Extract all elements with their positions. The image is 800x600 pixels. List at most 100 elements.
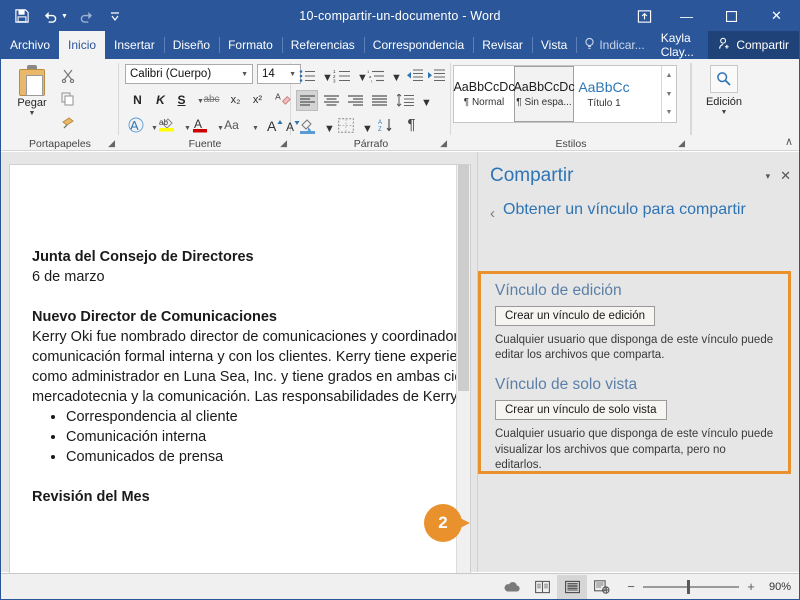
line-spacing-button[interactable] xyxy=(395,90,416,111)
minimize-button[interactable]: — xyxy=(664,1,709,31)
numbering-button[interactable]: 123 xyxy=(331,65,352,86)
superscript-button[interactable]: x² xyxy=(247,89,268,110)
save-icon[interactable] xyxy=(9,4,35,28)
doc-heading-1: Junta del Consejo de Directores xyxy=(32,249,254,265)
style-preview: AaBbCc xyxy=(578,79,630,95)
tab-insertar[interactable]: Insertar xyxy=(105,31,164,59)
tab-formato[interactable]: Formato xyxy=(219,31,282,59)
maximize-button[interactable] xyxy=(709,1,754,31)
share-pane-options-icon[interactable]: ▾ xyxy=(766,171,771,182)
ribbon-display-options-icon[interactable] xyxy=(624,1,664,31)
paragraph-dialog-launcher-icon[interactable]: ◢ xyxy=(440,138,447,149)
editing-button[interactable]: Edición ▼ xyxy=(701,65,747,127)
tab-archivo[interactable]: Archivo xyxy=(1,31,59,59)
change-case-button[interactable]: Aa xyxy=(221,114,242,135)
zoom-level-label[interactable]: 90% xyxy=(765,581,799,593)
doc-heading-3: Revisión del Mes xyxy=(32,489,150,505)
zoom-out-button[interactable]: − xyxy=(625,579,637,594)
format-painter-icon[interactable] xyxy=(57,111,79,132)
align-center-button[interactable] xyxy=(321,90,342,111)
undo-dropdown-icon[interactable]: ▼ xyxy=(61,13,72,20)
doc-paragraph-line: comunicación formal interna y con los cl… xyxy=(32,349,471,365)
doc-bullet-list: Correspondencia al cliente Comunicación … xyxy=(32,407,448,467)
account-name[interactable]: Kayla Clay... xyxy=(653,31,709,59)
bullets-button[interactable] xyxy=(297,65,318,86)
create-view-link-button[interactable]: Crear un vínculo de solo vista xyxy=(495,400,667,421)
redo-icon[interactable] xyxy=(74,4,100,28)
tell-me-search[interactable]: Indicar... xyxy=(576,31,652,59)
font-name-combo[interactable]: Calibri (Cuerpo) ▼ xyxy=(125,64,253,84)
paste-button[interactable]: Pegar ▼ xyxy=(9,63,55,129)
copy-icon[interactable] xyxy=(57,88,79,109)
svg-text:A: A xyxy=(378,120,382,126)
tab-correspondencia[interactable]: Correspondencia xyxy=(363,31,473,59)
multilevel-list-button[interactable]: 1ai xyxy=(365,65,386,86)
font-dialog-launcher-icon[interactable]: ◢ xyxy=(280,138,287,149)
doc-paragraph-line: como administrador en Luna Sea, Inc. y t… xyxy=(32,369,471,385)
share-pane-header: Compartir ▾ ✕ xyxy=(490,160,791,192)
underline-button[interactable]: S xyxy=(171,89,192,110)
styles-scroll-down-icon[interactable]: ▼ xyxy=(662,85,676,104)
styles-scroll-buttons: ▲ ▼ ▼ xyxy=(661,66,676,122)
decrease-indent-button[interactable] xyxy=(404,65,425,86)
change-case-dropdown-icon[interactable]: ▼ xyxy=(245,118,266,139)
style-item-normal[interactable]: AaBbCcDc ¶ Normal xyxy=(453,66,514,122)
document-page[interactable]: Junta del Consejo de Directores 6 de mar… xyxy=(9,164,471,584)
font-name-dropdown-icon[interactable]: ▼ xyxy=(241,71,248,78)
increase-indent-button[interactable] xyxy=(426,65,447,86)
onedrive-icon[interactable] xyxy=(497,575,527,599)
customize-qat-icon[interactable] xyxy=(102,4,128,28)
subscript-button[interactable]: x₂ xyxy=(225,89,246,110)
doc-heading-2: Nuevo Director de Comunicaciones xyxy=(32,309,277,325)
bold-button[interactable]: N xyxy=(127,89,148,110)
justify-button[interactable] xyxy=(369,90,390,111)
styles-dialog-launcher-icon[interactable]: ◢ xyxy=(678,138,685,149)
tab-revisar[interactable]: Revisar xyxy=(473,31,532,59)
zoom-in-button[interactable]: + xyxy=(745,579,757,594)
align-right-button[interactable] xyxy=(345,90,366,111)
align-left-button[interactable] xyxy=(296,90,318,111)
italic-button[interactable]: K xyxy=(150,89,171,110)
zoom-slider[interactable] xyxy=(643,579,739,594)
document-content[interactable]: Junta del Consejo de Directores 6 de mar… xyxy=(10,165,470,507)
styles-more-icon[interactable]: ▼ xyxy=(662,103,676,122)
back-arrow-icon[interactable]: ‹ xyxy=(490,200,495,222)
web-layout-icon[interactable] xyxy=(587,575,617,599)
borders-icon[interactable] xyxy=(335,115,356,136)
read-mode-icon[interactable] xyxy=(527,575,557,599)
show-marks-button[interactable]: ¶ xyxy=(401,114,422,135)
share-pane-close-icon[interactable]: ✕ xyxy=(780,168,791,184)
sort-icon[interactable]: AZ xyxy=(375,115,396,136)
tab-inicio[interactable]: Inicio xyxy=(59,31,106,59)
undo-icon[interactable] xyxy=(37,4,63,28)
svg-text:3: 3 xyxy=(333,78,336,83)
scrollbar-thumb[interactable] xyxy=(458,165,469,391)
view-link-description: Cualquier usuario que disponga de este v… xyxy=(495,428,774,471)
tab-referencias[interactable]: Referencias xyxy=(281,31,364,59)
collapse-ribbon-icon[interactable]: ∧ xyxy=(785,135,793,148)
style-item-sin-espaciado[interactable]: AaBbCcDc ¶ Sin espa... xyxy=(513,66,575,122)
line-spacing-dropdown-icon[interactable]: ▼ xyxy=(416,92,437,113)
font-color-icon[interactable]: A xyxy=(189,114,210,135)
shading-icon[interactable] xyxy=(297,115,318,136)
zoom-slider-thumb[interactable] xyxy=(687,579,690,594)
clipboard-dialog-launcher-icon[interactable]: ◢ xyxy=(108,138,115,149)
editing-dropdown-icon[interactable]: ▼ xyxy=(721,109,728,116)
clipboard-icon xyxy=(17,65,47,97)
cut-icon[interactable] xyxy=(57,65,79,86)
style-item-titulo-1[interactable]: AaBbCc Título 1 xyxy=(574,66,634,122)
create-edit-link-button[interactable]: Crear un vínculo de edición xyxy=(495,306,655,326)
share-pane-subheader: ‹ Obtener un vínculo para compartir xyxy=(490,200,783,222)
text-effects-icon[interactable]: A xyxy=(125,114,146,135)
print-layout-icon[interactable] xyxy=(557,574,587,599)
tell-me-label: Indicar... xyxy=(599,38,645,52)
share-button[interactable]: Compartir xyxy=(708,31,799,59)
paste-dropdown-icon[interactable]: ▼ xyxy=(29,110,36,117)
style-name: Título 1 xyxy=(587,98,621,109)
close-button[interactable]: ✕ xyxy=(754,1,799,31)
highlight-color-icon[interactable]: ab xyxy=(156,114,177,135)
styles-scroll-up-icon[interactable]: ▲ xyxy=(662,66,676,85)
strikethrough-button[interactable]: abc xyxy=(201,89,222,110)
tab-vista[interactable]: Vista xyxy=(531,31,576,59)
tab-diseno[interactable]: Diseño xyxy=(163,31,219,59)
